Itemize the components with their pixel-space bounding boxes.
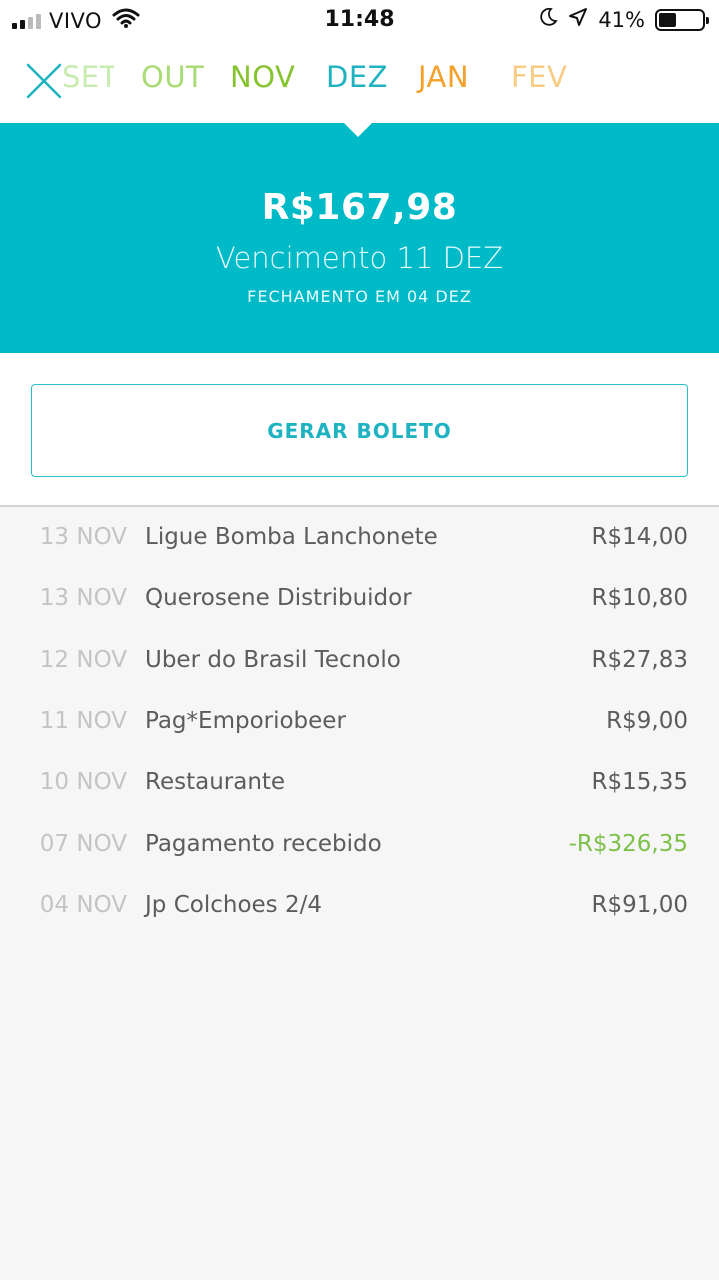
status-bar: VIVO 11:48 41% <box>0 0 719 40</box>
selected-month-pointer <box>344 123 372 137</box>
month-navigation: SET OUT NOV DEZ JAN FEV <box>0 40 719 123</box>
transaction-description: Pagamento recebido <box>145 831 382 857</box>
transaction-date: 11 NOV <box>39 708 127 734</box>
transaction-description: Pag*Emporiobeer <box>145 708 346 734</box>
transaction-description: Restaurante <box>145 769 286 795</box>
tab-month-jan[interactable]: JAN <box>418 60 469 94</box>
transaction-date: 13 NOV <box>39 524 127 550</box>
transaction-row[interactable]: 12 NOV Uber do Brasil Tecnolo R$27,83 <box>0 631 719 693</box>
moon-icon <box>538 7 558 32</box>
transaction-date: 12 NOV <box>39 647 127 673</box>
transaction-description: Ligue Bomba Lanchonete <box>145 524 438 550</box>
due-date: Vencimento 11 DEZ <box>215 241 504 275</box>
transaction-description: Uber do Brasil Tecnolo <box>145 647 401 673</box>
action-area: GERAR BOLETO <box>0 353 719 507</box>
transaction-row[interactable]: 13 NOV Querosene Distribuidor R$10,80 <box>0 569 719 631</box>
transaction-description: Jp Colchoes 2/4 <box>145 892 322 918</box>
transaction-date: 13 NOV <box>39 585 127 611</box>
transaction-row[interactable]: 04 NOV Jp Colchoes 2/4 R$91,00 <box>0 876 719 938</box>
transaction-amount: -R$326,35 <box>568 831 688 857</box>
tab-month-nov[interactable]: NOV <box>230 60 295 94</box>
transaction-date: 10 NOV <box>39 769 127 795</box>
month-tabs: SET OUT NOV DEZ JAN FEV <box>0 60 719 104</box>
tab-month-set[interactable]: SET <box>62 60 114 94</box>
transaction-amount: R$27,83 <box>591 647 688 673</box>
closing-date: FECHAMENTO EM 04 DEZ <box>247 287 472 306</box>
tab-month-out[interactable]: OUT <box>141 60 204 94</box>
transaction-amount: R$14,00 <box>591 524 688 550</box>
generate-boleto-button[interactable]: GERAR BOLETO <box>31 384 688 477</box>
tab-month-dez[interactable]: DEZ <box>326 60 388 94</box>
location-icon <box>568 7 588 32</box>
transaction-amount: R$10,80 <box>591 585 688 611</box>
transaction-amount: R$15,35 <box>591 769 688 795</box>
transaction-amount: R$91,00 <box>591 892 688 918</box>
transaction-row[interactable]: 10 NOV Restaurante R$15,35 <box>0 753 719 815</box>
battery-percent: 41% <box>598 7 645 32</box>
tab-month-fev[interactable]: FEV <box>511 60 567 94</box>
transaction-amount: R$9,00 <box>606 708 688 734</box>
transaction-description: Querosene Distribuidor <box>145 585 412 611</box>
transaction-date: 07 NOV <box>39 831 127 857</box>
transaction-date: 04 NOV <box>39 892 127 918</box>
battery-fill <box>659 12 677 27</box>
invoice-summary: R$167,98 Vencimento 11 DEZ FECHAMENTO EM… <box>0 123 719 353</box>
battery-icon <box>655 8 709 31</box>
transaction-row[interactable]: 13 NOV Ligue Bomba Lanchonete R$14,00 <box>0 508 719 570</box>
transaction-row[interactable]: 07 NOV Pagamento recebido -R$326,35 <box>0 815 719 877</box>
invoice-amount: R$167,98 <box>261 187 458 228</box>
transaction-row[interactable]: 11 NOV Pag*Emporiobeer R$9,00 <box>0 692 719 754</box>
